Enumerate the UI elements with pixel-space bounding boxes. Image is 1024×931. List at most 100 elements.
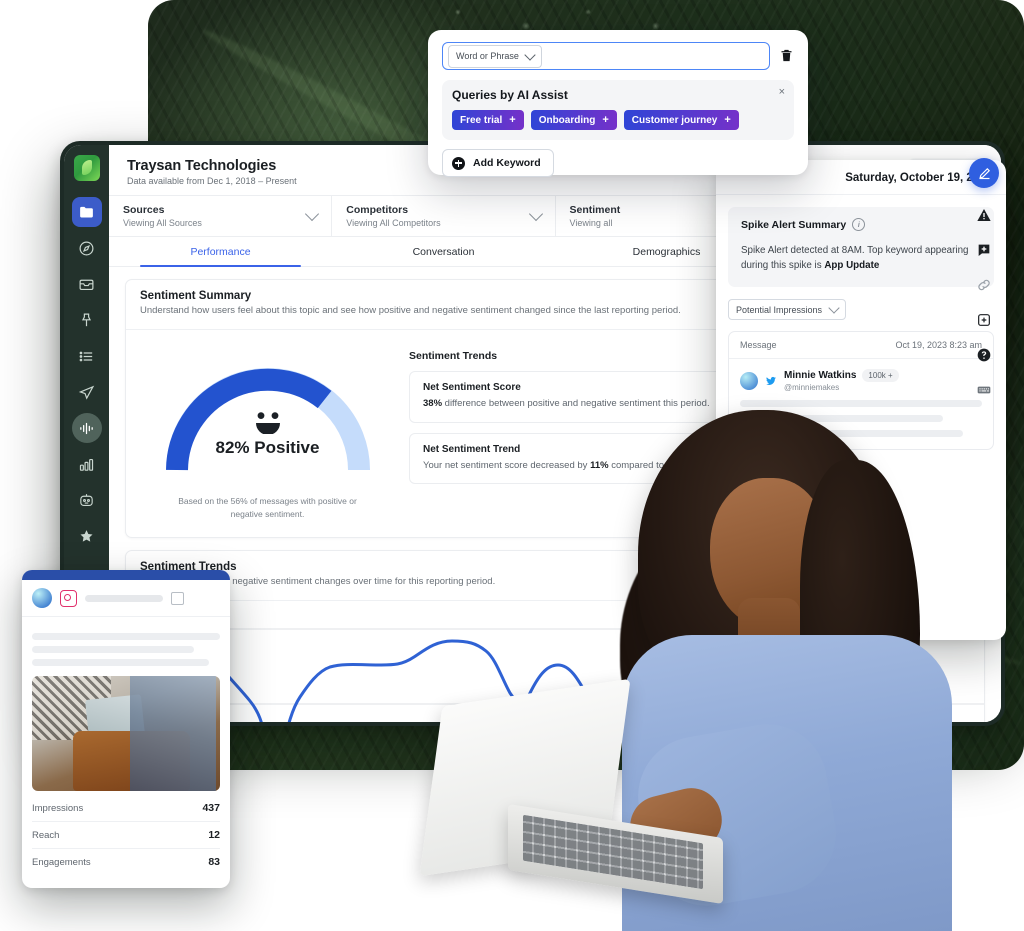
twitter-icon: [766, 376, 776, 385]
compose-button[interactable]: [969, 158, 999, 188]
chevron-down-icon: [524, 48, 536, 61]
delete-query-button[interactable]: [779, 48, 794, 64]
feedback-button[interactable]: [973, 239, 995, 261]
ai-assist-title: Queries by AI Assist: [452, 88, 568, 102]
keyword-input[interactable]: Word or Phrase: [442, 42, 770, 70]
message-card-header: Message Oct 19, 2023 8:23 am: [729, 332, 993, 360]
instagram-icon: [60, 589, 77, 607]
filter-value: Viewing all: [569, 218, 613, 228]
plus-icon: +: [602, 113, 609, 126]
add-keyword-button[interactable]: Add Keyword: [442, 149, 554, 177]
link-button[interactable]: [973, 274, 995, 296]
card-strong-value: 11%: [590, 459, 609, 471]
sentiment-line: [126, 639, 918, 722]
card-top-bar: [22, 570, 230, 580]
happy-face-icon: [255, 412, 280, 434]
spike-summary-text: Spike Alert detected at 8AM. Top keyword…: [741, 243, 981, 273]
post-card-header: [22, 580, 230, 617]
metric-value: 437: [202, 802, 220, 814]
avatar: [32, 588, 52, 608]
gauge-value: 82% Positive: [215, 437, 320, 457]
help-button[interactable]: [973, 344, 995, 366]
folder-icon: [80, 206, 93, 217]
chevron-down-icon: [305, 206, 320, 222]
skeleton-line: [740, 430, 963, 438]
star-badge-icon: [80, 529, 93, 542]
pulse-icon: [80, 422, 93, 434]
skeleton-line: [32, 659, 209, 666]
sidebar-item-listening[interactable]: [71, 413, 102, 443]
sidebar-item-inbox[interactable]: [72, 269, 102, 299]
pin-icon: [81, 313, 92, 326]
info-icon[interactable]: i: [852, 218, 866, 231]
post-metrics: Impressions 437 Reach 12 Engagements 83: [22, 791, 230, 875]
skeleton-line: [85, 594, 163, 602]
card-strong-value: 38%: [423, 397, 443, 409]
help-circle-icon: [977, 348, 991, 362]
checkbox-icon[interactable]: [171, 591, 184, 605]
gauge-note: Based on the 56% of messages with positi…: [178, 495, 357, 519]
compose-icon: [978, 167, 990, 179]
bar-chart-icon: [79, 458, 94, 471]
chip-label: Customer journey: [631, 114, 718, 126]
plus-icon: +: [724, 113, 731, 126]
add-button[interactable]: [973, 309, 995, 331]
message-label: Message: [740, 340, 777, 351]
filter-competitors[interactable]: Competitors Viewing All Competitors: [332, 196, 556, 236]
chip-label: Free trial: [460, 114, 503, 126]
keyboard-icon: [977, 386, 991, 394]
keyword-chip-onboarding[interactable]: Onboarding +: [530, 110, 617, 130]
filter-value: Viewing All Sources: [123, 218, 202, 228]
chevron-down-icon: [528, 206, 543, 222]
hand: [623, 781, 729, 865]
add-keyword-label: Add Keyword: [473, 157, 541, 169]
metric-row: Engagements 83: [32, 849, 220, 875]
list-icon: [79, 351, 93, 361]
sidebar-item-compass[interactable]: [72, 233, 102, 263]
filter-value: Viewing All Competitors: [346, 218, 441, 228]
right-tool-rail: [964, 158, 1004, 401]
plus-icon: +: [509, 113, 516, 126]
skeleton-line: [740, 400, 982, 408]
author-handle: @minniemakes: [784, 383, 840, 393]
metric-label: Engagements: [32, 856, 91, 868]
add-box-icon: [978, 314, 990, 326]
chip-label: Onboarding: [538, 114, 596, 126]
potential-impressions-select[interactable]: Potential Impressions: [728, 299, 847, 321]
tab-conversation[interactable]: Conversation: [332, 237, 555, 266]
laptop-keyboard: [523, 814, 703, 890]
sidebar-item-list[interactable]: [72, 341, 102, 371]
alerts-button[interactable]: [973, 204, 995, 226]
sidebar-item-bot[interactable]: [72, 485, 102, 515]
keyword-chip-free-trial[interactable]: Free trial +: [452, 110, 524, 130]
close-icon[interactable]: ×: [779, 87, 785, 98]
keyword-chip-customer-journey[interactable]: Customer journey +: [623, 110, 739, 130]
message-plus-icon: [978, 244, 990, 256]
avatar: [740, 371, 758, 390]
message-author: Minnie Watkins 100k + @minniemakes: [740, 369, 982, 392]
sidebar-item-reports[interactable]: [72, 449, 102, 479]
sidebar-item-pin[interactable]: [72, 305, 102, 335]
sidebar-item-publish[interactable]: [72, 377, 102, 407]
spike-summary-label: Spike Alert Summary: [741, 218, 847, 231]
tab-performance[interactable]: Performance: [109, 237, 332, 267]
ai-assist-panel: × Queries by AI Assist Free trial + Onbo…: [442, 80, 794, 140]
metric-value: 12: [208, 829, 220, 841]
word-or-phrase-select[interactable]: Word or Phrase: [448, 44, 542, 68]
sidebar-item-premium[interactable]: [72, 521, 102, 551]
author-name: Minnie Watkins: [784, 370, 857, 382]
post-text-skeleton: [22, 617, 230, 666]
sidebar-item-folder[interactable]: [71, 197, 102, 227]
trash-icon: [781, 49, 792, 62]
spike-alert-summary-card: Spike Alert Summary i Spike Alert detect…: [728, 207, 994, 288]
filter-label: Sources: [123, 204, 165, 216]
metric-row: Impressions 437: [32, 795, 220, 822]
filter-sources[interactable]: Sources Viewing All Sources: [109, 196, 333, 236]
card-prefix: Your net sentiment score decreased by: [423, 459, 591, 471]
leather-bag-in-photo: [73, 731, 190, 791]
card-text: difference between positive and negative…: [442, 397, 710, 409]
post-image: [32, 676, 220, 791]
metric-label: Impressions: [32, 802, 84, 814]
skeleton-line: [32, 633, 220, 640]
keyboard-shortcuts-button[interactable]: [973, 379, 995, 401]
